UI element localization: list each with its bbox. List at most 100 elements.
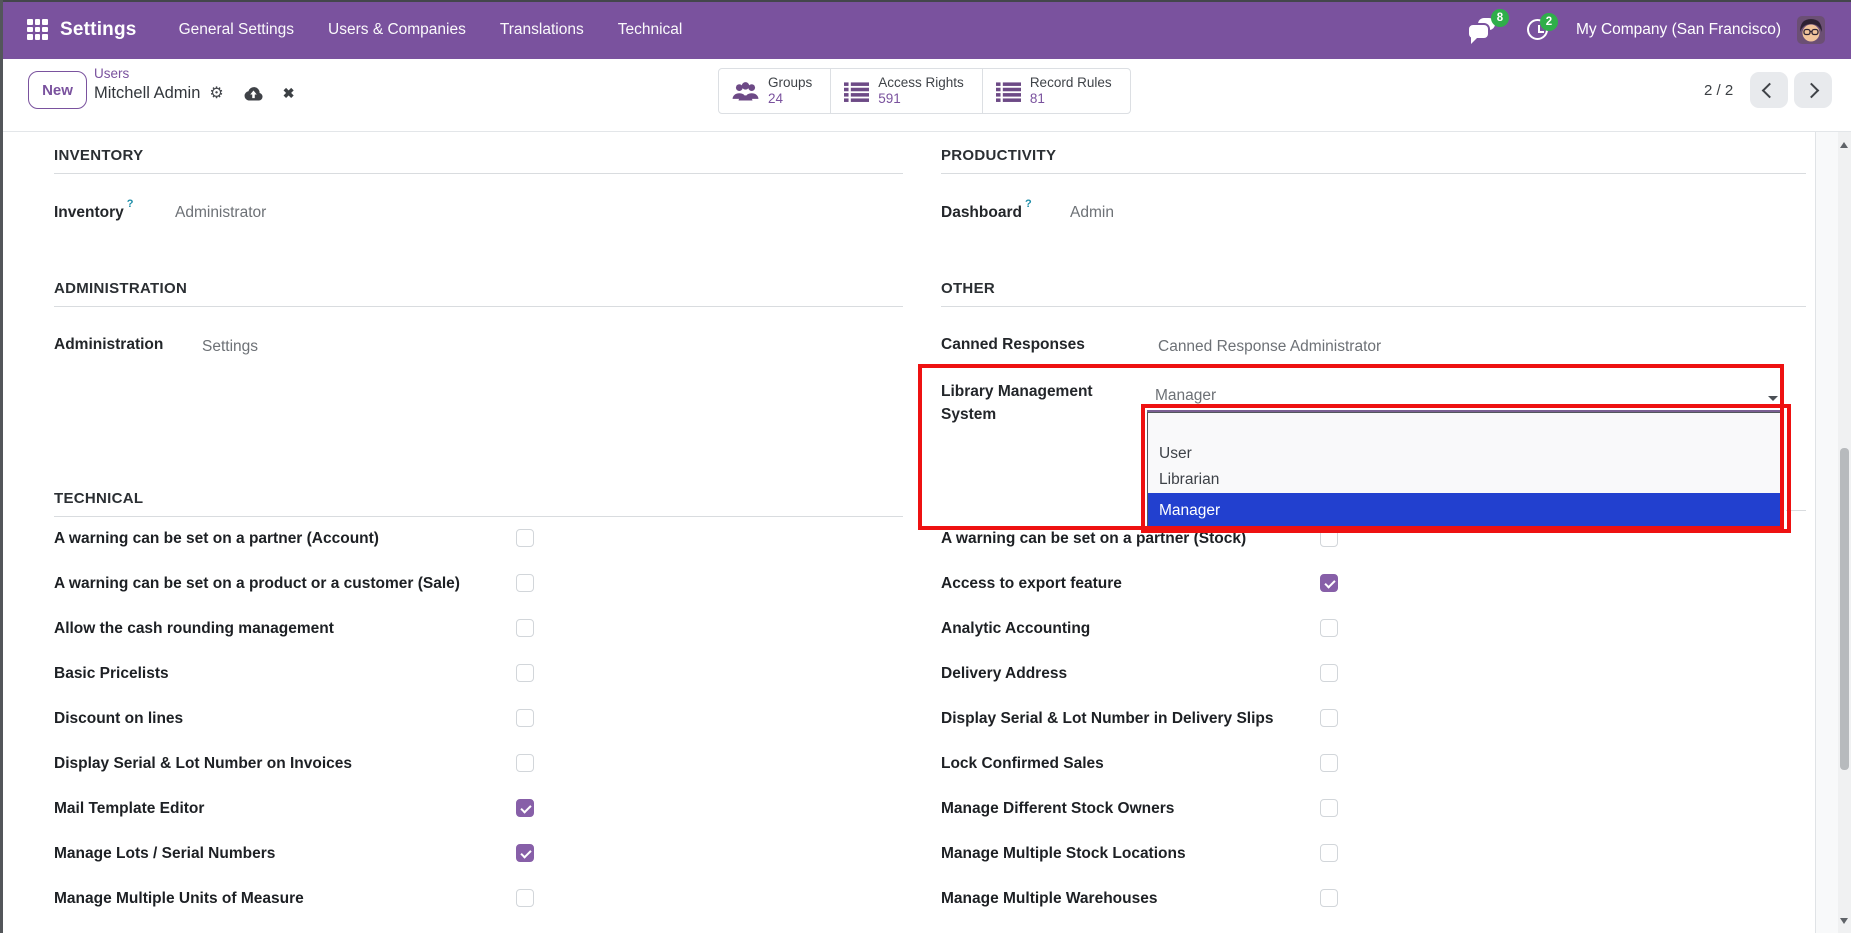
technical-setting-row: Basic Pricelists [54,664,903,709]
cloud-save-icon[interactable] [244,86,263,101]
messages-icon[interactable]: 8 [1467,17,1497,42]
company-switcher[interactable]: My Company (San Francisco) [1576,21,1781,39]
setting-checkbox[interactable] [1320,754,1338,772]
technical-setting-row: Lock Confirmed Sales [941,754,1806,799]
dropdown-option-blank[interactable] [1148,413,1782,441]
list-icon [996,81,1021,102]
technical-setting-row: Allow the cash rounding management [54,619,903,664]
help-icon[interactable]: ? [1025,198,1032,210]
setting-checkbox[interactable] [1320,574,1338,592]
setting-checkbox[interactable] [516,844,534,862]
stat-button-record-rules[interactable]: Record Rules 81 [982,69,1130,113]
help-icon[interactable]: ? [127,198,134,210]
menu-general-settings[interactable]: General Settings [179,21,294,39]
setting-checkbox[interactable] [1320,799,1338,817]
messages-badge: 8 [1491,9,1509,27]
scroll-up-arrow-icon[interactable] [1840,138,1848,148]
setting-checkbox[interactable] [516,664,534,682]
setting-checkbox[interactable] [1320,844,1338,862]
menu-technical[interactable]: Technical [618,21,683,39]
setting-label: Manage Multiple Stock Locations [941,844,1186,863]
setting-label: Manage Lots / Serial Numbers [54,844,275,863]
setting-label: Allow the cash rounding management [54,619,334,638]
stat-label: Access Rights [878,75,964,91]
scrollbar-thumb[interactable] [1840,448,1849,770]
technical-settings-left-column: A warning can be set on a partner (Accou… [54,529,903,933]
breadcrumb: Users Mitchell Admin ⚙ ✖ [94,66,294,103]
navbar-menu: General Settings Users & Companies Trans… [179,21,683,39]
section-other: OTHER [941,280,1806,307]
setting-checkbox[interactable] [516,619,534,637]
gear-icon[interactable]: ⚙ [209,83,223,103]
menu-users-companies[interactable]: Users & Companies [328,21,466,39]
setting-checkbox[interactable] [1320,889,1338,907]
setting-label: Mail Template Editor [54,799,204,818]
breadcrumb-users-link[interactable]: Users [94,66,294,81]
list-icon [844,81,869,102]
breadcrumb-record-row: Mitchell Admin ⚙ ✖ [94,83,294,103]
technical-setting-row: A warning can be set on a partner (Accou… [54,529,903,574]
user-avatar[interactable] [1797,16,1825,44]
inventory-field-value[interactable]: Administrator [175,204,266,222]
dropdown-option-user[interactable]: User [1148,441,1782,467]
pager-previous-button[interactable] [1750,72,1788,108]
window-top-edge [0,0,1851,2]
menu-translations[interactable]: Translations [500,21,584,39]
setting-label: Basic Pricelists [54,664,169,683]
apps-grid-icon[interactable] [27,19,48,40]
pager-next-button[interactable] [1794,72,1832,108]
top-navbar: Settings General Settings Users & Compan… [0,0,1851,59]
odoo-settings-window: Settings General Settings Users & Compan… [0,0,1851,933]
setting-checkbox[interactable] [1320,619,1338,637]
setting-label: Access to export feature [941,574,1122,593]
setting-label: Delivery Address [941,664,1067,683]
stat-value: 24 [768,91,812,107]
chevron-down-icon[interactable] [1768,396,1778,406]
window-left-edge [0,0,3,933]
stat-value: 81 [1030,91,1112,107]
dashboard-field-value[interactable]: Admin [1070,204,1114,222]
dropdown-option-librarian[interactable]: Librarian [1148,467,1782,493]
dropdown-option-manager-selected[interactable]: Manager [1148,493,1782,528]
activities-badge: 2 [1540,13,1558,31]
record-name: Mitchell Admin [94,84,200,103]
scroll-down-arrow-icon[interactable] [1840,918,1848,928]
pager-counter: 2 / 2 [1704,82,1733,99]
setting-checkbox[interactable] [1320,664,1338,682]
setting-label: A warning can be set on a partner (Accou… [54,529,379,548]
control-panel: New Users Mitchell Admin ⚙ ✖ [0,59,1851,132]
discard-icon[interactable]: ✖ [283,85,295,102]
setting-label: Manage Multiple Units of Measure [54,889,304,908]
library-select-dropdown: User Librarian Manager [1147,412,1783,529]
setting-checkbox[interactable] [516,529,534,547]
activities-clock-icon[interactable]: 2 [1527,19,1548,40]
technical-setting-row: Manage Multiple Units of Measure [54,889,903,933]
technical-setting-row: Discount on lines [54,709,903,754]
users-icon [732,80,759,103]
section-productivity: PRODUCTIVITY [941,147,1806,174]
setting-checkbox[interactable] [516,799,534,817]
canned-responses-field-value[interactable]: Canned Response Administrator [1158,338,1381,356]
technical-setting-row: Analytic Accounting [941,619,1806,664]
library-select-value[interactable]: Manager [1155,387,1216,405]
setting-label: Discount on lines [54,709,183,728]
setting-checkbox[interactable] [1320,709,1338,727]
setting-checkbox[interactable] [516,709,534,727]
technical-setting-row: Mail Template Editor [54,799,903,844]
new-record-button[interactable]: New [28,71,87,109]
stat-button-groups[interactable]: Groups 24 [719,69,830,113]
setting-checkbox[interactable] [516,754,534,772]
right-gutter [1816,131,1838,933]
dashboard-field-label: Dashboard? [941,202,1032,222]
setting-checkbox[interactable] [516,889,534,907]
setting-checkbox[interactable] [1320,529,1338,547]
stat-button-access-rights[interactable]: Access Rights 591 [830,69,982,113]
vertical-scrollbar[interactable] [1838,131,1851,933]
setting-checkbox[interactable] [516,574,534,592]
setting-label: Display Serial & Lot Number in Delivery … [941,709,1274,728]
app-title[interactable]: Settings [60,19,137,41]
technical-setting-row: Display Serial & Lot Number in Delivery … [941,709,1806,754]
administration-field-value[interactable]: Settings [202,338,258,356]
setting-label: Lock Confirmed Sales [941,754,1104,773]
canned-responses-field-label: Canned Responses [941,336,1085,354]
